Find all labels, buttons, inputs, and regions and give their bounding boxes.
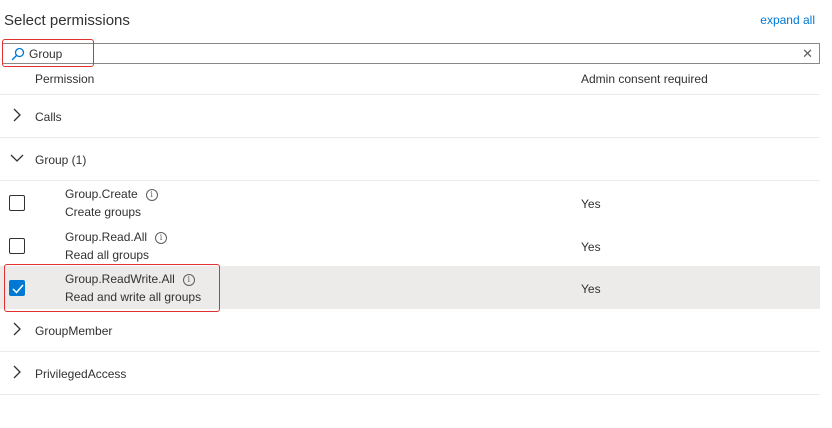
- search-box[interactable]: ✕: [2, 43, 820, 64]
- permission-checkbox[interactable]: [9, 238, 25, 254]
- admin-consent-value: Yes: [581, 240, 601, 254]
- permission-description: Read and write all groups: [65, 290, 202, 304]
- permission-row-group-create[interactable]: Group.Create i Create groups Yes: [0, 181, 820, 224]
- permission-row-group-read-all[interactable]: Group.Read.All i Read all groups Yes: [0, 224, 820, 267]
- close-icon[interactable]: ✕: [802, 46, 813, 62]
- chevron-down-icon: [10, 154, 24, 162]
- group-row-groupmember[interactable]: GroupMember: [0, 309, 820, 352]
- search-icon: [11, 47, 25, 61]
- select-permissions-panel: Select permissions expand all ✕ Permissi…: [0, 0, 832, 428]
- permission-name: Group.Create i: [65, 187, 158, 201]
- permission-checkbox[interactable]: [9, 280, 25, 296]
- group-label: GroupMember: [35, 324, 113, 338]
- expand-all-link[interactable]: expand all: [760, 13, 815, 27]
- search-input[interactable]: [29, 46, 789, 62]
- permission-description: Create groups: [65, 205, 142, 219]
- admin-consent-value: Yes: [581, 197, 601, 211]
- group-row-calls[interactable]: Calls: [0, 95, 820, 138]
- group-row-privilegedaccess[interactable]: PrivilegedAccess: [0, 352, 820, 395]
- group-row-group[interactable]: Group (1): [0, 138, 820, 181]
- permission-description: Read all groups: [65, 248, 150, 262]
- group-label: PrivilegedAccess: [35, 367, 127, 381]
- info-icon[interactable]: i: [145, 189, 158, 201]
- chevron-right-icon: [13, 322, 21, 336]
- checkmark-icon: [12, 284, 24, 294]
- column-header-admin-consent: Admin consent required: [581, 72, 708, 86]
- admin-consent-value: Yes: [581, 282, 601, 296]
- group-label: Group (1): [35, 153, 87, 167]
- panel-title: Select permissions: [4, 12, 130, 29]
- permission-name: Group.ReadWrite.All i: [65, 272, 195, 286]
- permission-checkbox[interactable]: [9, 195, 25, 211]
- permission-name: Group.Read.All i: [65, 230, 168, 244]
- info-icon[interactable]: i: [182, 274, 195, 286]
- group-label: Calls: [35, 110, 62, 124]
- table-header: Permission Admin consent required: [0, 64, 820, 95]
- column-header-permission: Permission: [35, 72, 95, 86]
- chevron-right-icon: [13, 365, 21, 379]
- chevron-right-icon: [13, 108, 21, 122]
- info-icon[interactable]: i: [155, 232, 168, 244]
- permission-row-group-readwrite-all[interactable]: Group.ReadWrite.All i Read and write all …: [0, 266, 820, 309]
